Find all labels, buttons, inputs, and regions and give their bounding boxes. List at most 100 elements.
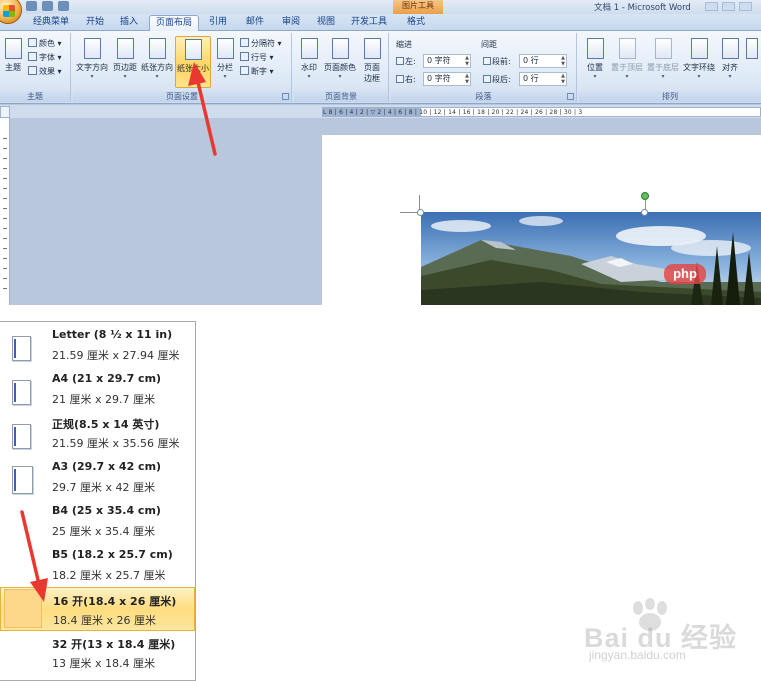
redo-icon[interactable] bbox=[58, 1, 69, 11]
position-icon bbox=[586, 38, 604, 59]
tab-format[interactable]: 格式 bbox=[398, 15, 434, 31]
close-icon[interactable] bbox=[739, 2, 752, 11]
tab-insert[interactable]: 插入 bbox=[114, 15, 144, 31]
paper-option-legal[interactable]: 正规(8.5 x 14 英寸) 21.59 厘米 x 35.56 厘米 bbox=[0, 411, 195, 455]
office-logo-icon bbox=[3, 5, 15, 17]
watermark-button[interactable]: 水印 ▾ bbox=[296, 36, 322, 88]
paper-option-title: B5 (18.2 x 25.7 cm) bbox=[52, 548, 173, 561]
paper-option-title: B4 (25 x 35.4 cm) bbox=[52, 504, 161, 517]
minimize-icon[interactable] bbox=[705, 2, 718, 11]
maximize-icon[interactable] bbox=[722, 2, 735, 11]
spinner-icon[interactable]: ▲ ▼ bbox=[465, 55, 469, 67]
ruler-row: L 8 | 6 | 4 | 2 | ▽ 2 | 4 | 6 | 8 | 10 |… bbox=[0, 105, 761, 118]
vertical-ruler[interactable] bbox=[0, 118, 10, 305]
paper-size-button[interactable]: 纸张大小 ▾ bbox=[175, 36, 211, 88]
paper-option-b5[interactable]: B5 (18.2 x 25.7 cm) 18.2 厘米 x 25.7 厘米 bbox=[0, 543, 195, 587]
margins-icon bbox=[116, 38, 134, 59]
spacing-after-icon bbox=[483, 75, 491, 83]
spacing-after-input[interactable]: 0 行 ▲ ▼ bbox=[519, 72, 567, 86]
align-button[interactable]: 对齐 ▾ bbox=[717, 36, 743, 88]
group-objects-button[interactable] bbox=[744, 36, 760, 88]
paper-option-letter[interactable]: Letter (8 ½ x 11 in) 21.59 厘米 x 27.94 厘米 bbox=[0, 323, 195, 367]
breaks-button[interactable]: 分隔符 ▾ bbox=[240, 38, 282, 50]
align-label: 对齐 bbox=[722, 63, 738, 72]
page-borders-label-2: 边框 bbox=[364, 74, 380, 83]
theme-colors-button[interactable]: 颜色 ▾ bbox=[28, 38, 62, 50]
indent-left-label: 左: bbox=[396, 56, 416, 67]
title-bar: 图片工具 文档 1 - Microsoft Word bbox=[0, 0, 761, 24]
bring-to-front-icon bbox=[618, 38, 636, 59]
horizontal-ruler[interactable]: L 8 | 6 | 4 | 2 | ▽ 2 | 4 | 6 | 8 | 10 |… bbox=[322, 107, 761, 117]
tab-mailings[interactable]: 邮件 bbox=[240, 15, 270, 31]
theme-button[interactable]: 主题 bbox=[1, 36, 25, 88]
baidu-jingyan-url: jingyan.baidu.com bbox=[589, 648, 686, 662]
paper-size-icon bbox=[184, 39, 202, 60]
paper-option-16k[interactable]: 16 开(18.4 x 26 厘米) 18.4 厘米 x 26 厘米 bbox=[0, 587, 195, 631]
tab-home[interactable]: 开始 bbox=[80, 15, 110, 31]
quick-access-toolbar bbox=[26, 1, 69, 12]
tab-developer[interactable]: 开发工具 bbox=[347, 15, 391, 31]
dropdown-arrow-icon: ▾ bbox=[697, 73, 701, 80]
tab-classic-menu[interactable]: 经典菜单 bbox=[26, 15, 76, 31]
watermark-icon bbox=[300, 38, 318, 59]
tab-view[interactable]: 视图 bbox=[311, 15, 341, 31]
paper-option-size: 21 厘米 x 29.7 厘米 bbox=[52, 393, 155, 406]
columns-icon bbox=[216, 38, 234, 59]
spacing-before-input[interactable]: 0 行 ▲ ▼ bbox=[519, 54, 567, 68]
resize-handle[interactable] bbox=[641, 209, 648, 216]
watermark-label: 水印 bbox=[301, 63, 317, 72]
ruler-ticks: L 8 | 6 | 4 | 2 | ▽ 2 | 4 | 6 | 8 | 10 |… bbox=[323, 109, 583, 116]
line-numbers-label: 行号 bbox=[251, 53, 267, 62]
hyphenation-button[interactable]: 断字 ▾ bbox=[240, 66, 274, 78]
spacing-before-label: 段前: bbox=[483, 56, 511, 67]
theme-group-label: 主题 bbox=[0, 91, 70, 102]
undo-icon[interactable] bbox=[42, 1, 53, 11]
paper-option-a4[interactable]: A4 (21 x 29.7 cm) 21 厘米 x 29.7 厘米 bbox=[0, 367, 195, 411]
dropdown-arrow-icon: ▾ bbox=[661, 73, 665, 80]
inserted-photo[interactable] bbox=[421, 212, 761, 305]
text-direction-button[interactable]: 文字方向 ▾ bbox=[75, 36, 109, 88]
spinner-icon[interactable]: ▲ ▼ bbox=[561, 55, 565, 67]
resize-handle[interactable] bbox=[417, 209, 424, 216]
rotate-handle[interactable] bbox=[641, 192, 649, 200]
spinner-icon[interactable]: ▲ ▼ bbox=[561, 73, 565, 85]
line-numbers-button[interactable]: 行号 ▾ bbox=[240, 52, 274, 64]
paper-option-size: 21.59 厘米 x 27.94 厘米 bbox=[52, 349, 180, 362]
spinner-icon[interactable]: ▲ ▼ bbox=[465, 73, 469, 85]
position-button[interactable]: 位置 ▾ bbox=[581, 36, 609, 88]
effects-icon bbox=[28, 66, 37, 75]
paper-option-title: A3 (29.7 x 42 cm) bbox=[52, 460, 162, 473]
margins-button[interactable]: 页边距 ▾ bbox=[110, 36, 140, 88]
send-to-back-button[interactable]: 置于底层 ▾ bbox=[645, 36, 681, 88]
page-color-icon bbox=[331, 38, 349, 59]
paragraph-launcher-icon[interactable] bbox=[567, 93, 574, 100]
text-wrap-icon bbox=[690, 38, 708, 59]
page-borders-label-1: 页面 bbox=[364, 63, 380, 72]
tab-references[interactable]: 引用 bbox=[203, 15, 233, 31]
indent-left-icon bbox=[396, 57, 404, 65]
paper-option-title: Letter (8 ½ x 11 in) bbox=[52, 328, 173, 341]
tab-page-layout[interactable]: 页面布局 bbox=[149, 15, 199, 32]
indent-right-input[interactable]: 0 字符 ▲ ▼ bbox=[423, 72, 471, 86]
page-borders-button[interactable]: 页面 边框 bbox=[359, 36, 385, 88]
text-wrap-button[interactable]: 文字环绕 ▾ bbox=[681, 36, 717, 88]
indent-left-input[interactable]: 0 字符 ▲ ▼ bbox=[423, 54, 471, 68]
bring-to-front-button[interactable]: 置于顶层 ▾ bbox=[609, 36, 645, 88]
paper-option-a3[interactable]: A3 (29.7 x 42 cm) 29.7 厘米 x 42 厘米 bbox=[0, 455, 195, 499]
theme-effects-button[interactable]: 效果 ▾ bbox=[28, 66, 62, 78]
tab-selector[interactable] bbox=[0, 106, 10, 118]
spacing-after-value: 0 行 bbox=[523, 74, 539, 83]
picture-tools-header: 图片工具 bbox=[393, 0, 443, 14]
page-color-button[interactable]: 页面颜色 ▾ bbox=[322, 36, 358, 88]
page-setup-launcher-icon[interactable] bbox=[282, 93, 289, 100]
save-icon[interactable] bbox=[26, 1, 37, 11]
theme-fonts-button[interactable]: 字体 ▾ bbox=[28, 52, 62, 64]
paper-option-32k[interactable]: 32 开(13 x 18.4 厘米) 13 厘米 x 18.4 厘米 bbox=[0, 631, 195, 675]
columns-button[interactable]: 分栏 ▾ bbox=[212, 36, 238, 88]
page-background-group-label: 页面背景 bbox=[294, 91, 388, 102]
tab-review[interactable]: 审阅 bbox=[276, 15, 306, 31]
paper-option-b4[interactable]: B4 (25 x 35.4 cm) 25 厘米 x 35.4 厘米 bbox=[0, 499, 195, 543]
theme-icon bbox=[4, 38, 22, 59]
orientation-button[interactable]: 纸张方向 ▾ bbox=[140, 36, 174, 88]
paragraph-group: 缩进 间距 左: 0 字符 ▲ ▼ 右: 0 字符 ▲ ▼ 段前: 0 行 ▲ ▼ 段后: … bbox=[391, 33, 577, 102]
